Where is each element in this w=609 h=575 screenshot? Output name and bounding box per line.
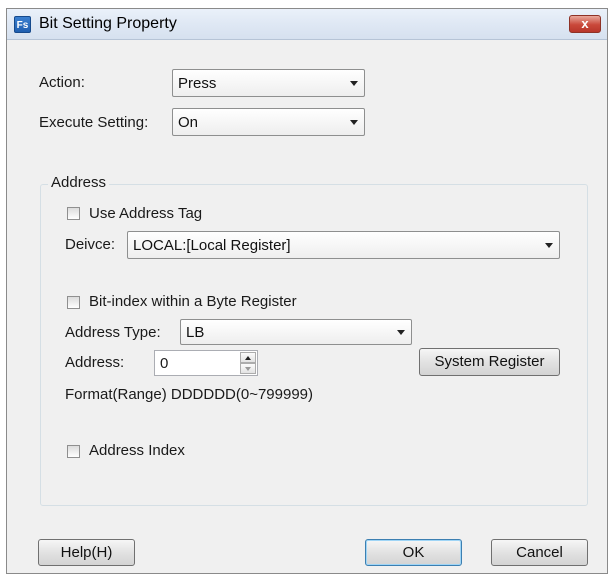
address-type-label: Address Type: <box>65 324 161 341</box>
stepper-up-icon[interactable] <box>240 352 256 363</box>
device-label: Deivce: <box>65 236 116 253</box>
address-label: Address: <box>65 354 125 371</box>
address-stepper[interactable]: 0 <box>154 350 258 376</box>
ok-button[interactable]: OK <box>365 539 462 566</box>
action-select-value: Press <box>178 75 217 92</box>
chevron-down-icon <box>350 120 358 125</box>
device-select[interactable]: LOCAL:[Local Register] <box>127 231 560 259</box>
use-address-tag-label: Use Address Tag <box>89 205 203 222</box>
address-index-checkbox[interactable] <box>67 445 80 458</box>
address-group-title: Address <box>48 174 110 191</box>
chevron-down-icon <box>545 243 553 248</box>
chevron-down-icon <box>397 330 405 335</box>
execute-setting-value: On <box>178 114 199 131</box>
device-select-value: LOCAL:[Local Register] <box>133 237 291 254</box>
address-input[interactable]: 0 <box>160 355 168 372</box>
app-icon: Fs <box>14 16 31 33</box>
dialog-window: Fs Bit Setting Property x Action: Press … <box>6 8 608 574</box>
format-range-text: Format(Range) DDDDDD(0~799999) <box>65 386 314 403</box>
action-select[interactable]: Press <box>172 69 365 97</box>
help-button[interactable]: Help(H) <box>38 539 135 566</box>
action-label: Action: <box>39 74 85 91</box>
chevron-down-icon <box>350 81 358 86</box>
execute-setting-label: Execute Setting: <box>39 114 149 131</box>
execute-setting-select[interactable]: On <box>172 108 365 136</box>
dialog-title: Bit Setting Property <box>39 15 177 32</box>
use-address-tag-checkbox[interactable] <box>67 207 80 220</box>
system-register-button[interactable]: System Register <box>419 348 560 376</box>
stepper-down-icon[interactable] <box>240 363 256 374</box>
bit-index-label: Bit-index within a Byte Register <box>89 293 297 310</box>
close-button[interactable]: x <box>569 15 601 33</box>
address-index-label: Address Index <box>89 442 185 459</box>
address-type-select[interactable]: LB <box>180 319 412 345</box>
address-type-value: LB <box>186 324 205 341</box>
cancel-button[interactable]: Cancel <box>491 539 588 566</box>
bit-index-checkbox[interactable] <box>67 296 80 309</box>
title-bar[interactable]: Fs Bit Setting Property x <box>7 9 607 40</box>
